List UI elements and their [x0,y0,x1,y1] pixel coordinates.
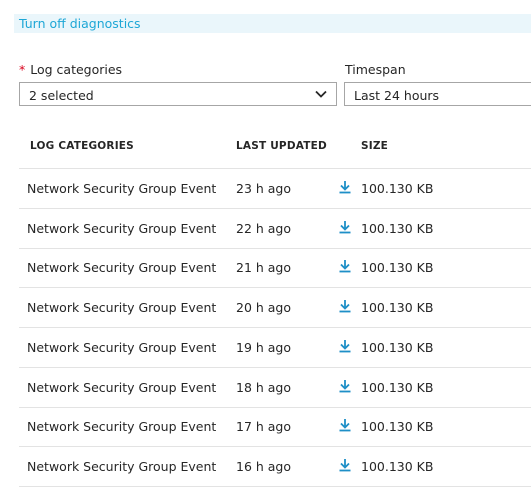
row-size: 100.130 KB [361,339,434,355]
table-row[interactable]: Network Security Group Event 23 h ago 100.… [19,169,531,209]
download-icon[interactable] [338,339,352,353]
row-size: 100.130 KB [361,220,434,236]
row-size: 100.130 KB [361,300,434,316]
row-category: Network Security Group Event [27,458,217,474]
row-category: Network Security Group Event [27,339,217,355]
download-icon[interactable] [338,180,352,194]
download-icon[interactable] [338,379,352,393]
download-icon[interactable] [338,458,352,472]
row-category: Network Security Group Event [27,220,217,236]
row-last-updated: 20 h ago [236,300,292,316]
row-category: Network Security Group Event [27,379,217,395]
row-size: 100.130 KB [361,181,434,196]
timespan-select[interactable]: Last 24 hours [344,82,531,106]
log-categories-label: * Log categories [19,62,122,77]
table-row[interactable]: Network Security Group Event 18 h ago 100.… [19,368,531,408]
log-categories-select[interactable]: 2 selected [19,82,337,106]
row-category: Network Security Group Event [27,260,217,276]
table-row[interactable]: Network Security Group Event 21 h ago 100.… [19,248,531,289]
row-last-updated: 18 h ago [236,379,292,395]
column-header-last-updated[interactable]: LAST UPDATED [236,140,327,152]
download-icon[interactable] [338,418,352,432]
row-size: 100.130 KB [361,419,434,435]
required-marker: * [19,62,26,77]
row-last-updated: 22 h ago [236,220,292,236]
table-row[interactable]: Network Security Group Event 22 h ago 100.… [19,209,531,249]
row-category: Network Security Group Event [27,300,217,316]
turn-off-diagnostics-link[interactable]: Turn off diagnostics [19,16,141,31]
row-last-updated: 23 h ago [236,181,292,196]
row-size: 100.130 KB [361,260,434,276]
row-size: 100.130 KB [361,458,434,474]
log-categories-value: 2 selected [29,88,94,103]
row-size: 100.130 KB [361,379,434,395]
diagnostics-bar: Turn off diagnostics [14,14,531,33]
row-last-updated: 21 h ago [236,260,292,276]
column-header-size[interactable]: SIZE [361,140,388,152]
table-row[interactable]: Network Security Group Event 19 h ago 100.… [19,328,531,368]
table-row[interactable]: Network Security Group Event 17 h ago 100.… [19,407,531,448]
timespan-value: Last 24 hours [354,88,440,103]
row-last-updated: 16 h ago [236,458,292,474]
row-category: Network Security Group Event [27,419,217,435]
row-category: Network Security Group Event [27,181,217,196]
log-categories-label-text: Log categories [30,62,123,77]
download-icon[interactable] [338,259,352,273]
row-last-updated: 17 h ago [236,419,292,435]
download-icon[interactable] [338,220,352,234]
row-last-updated: 19 h ago [236,339,292,355]
chevron-down-icon [315,90,327,98]
column-header-log-categories[interactable]: LOG CATEGORIES [30,140,134,152]
table-row[interactable]: Network Security Group Event 20 h ago 100.… [19,288,531,329]
download-icon[interactable] [338,299,352,313]
timespan-label: Timespan [345,62,406,77]
